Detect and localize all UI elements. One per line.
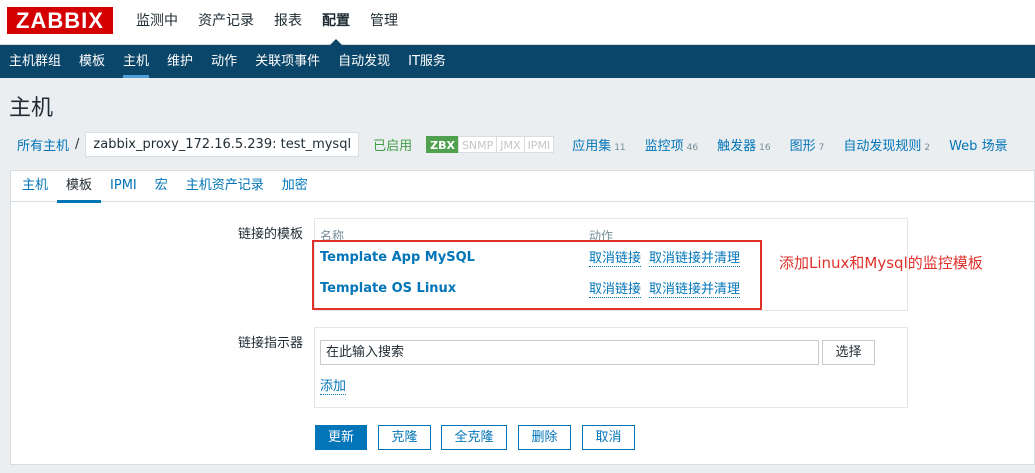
stat-web-scenarios[interactable]: Web 场景 (949, 135, 1007, 154)
stat-graphs-count: 7 (818, 142, 825, 153)
top-bar: ZABBIX 监测中 资产记录 报表 配置 管理 (0, 0, 1035, 46)
submenu-host-groups[interactable]: 主机群组 (0, 45, 70, 78)
add-link[interactable]: 添加 (320, 379, 347, 395)
ipmi-availability-badge: IPMI (523, 135, 555, 153)
zbx-availability-badge: ZBX (426, 135, 459, 153)
menu-monitoring[interactable]: 监测中 (126, 0, 188, 45)
stat-items[interactable]: 监控项 46 (645, 135, 698, 154)
submenu-actions[interactable]: 动作 (202, 45, 246, 78)
submenu-discovery[interactable]: 自动发现 (329, 45, 399, 78)
submenu-event-correlation[interactable]: 关联项事件 (246, 45, 329, 78)
page-title: 主机 (9, 96, 54, 121)
select-button[interactable]: 选择 (822, 340, 875, 365)
host-status-enabled[interactable]: 已启用 (373, 135, 412, 154)
stat-graphs[interactable]: 图形 7 (790, 135, 825, 154)
stat-discovery-rules-count: 2 (924, 142, 931, 153)
stat-items-label: 监控项 (644, 138, 684, 154)
stat-discovery-rules[interactable]: 自动发现规则 2 (843, 135, 930, 154)
host-breadcrumb-bar: 所有主机 / zabbix_proxy_172.16.5.239: test_m… (10, 130, 1008, 158)
submenu-it-services[interactable]: IT服务 (399, 45, 455, 78)
stat-items-count: 46 (686, 142, 699, 153)
stat-graphs-label: 图形 (789, 138, 816, 154)
host-tabs: 主机 模板 IPMI 宏 主机资产记录 加密 (11, 171, 1034, 203)
stat-triggers[interactable]: 触发器 16 (717, 135, 770, 154)
annotation-highlight-box (312, 240, 762, 310)
clone-button[interactable]: 克隆 (378, 425, 431, 450)
menu-reports[interactable]: 报表 (264, 0, 312, 45)
stat-discovery-rules-label: 自动发现规则 (843, 138, 922, 154)
submenu-hosts[interactable]: 主机 (114, 45, 158, 78)
template-search-input[interactable] (320, 340, 819, 365)
menu-administration[interactable]: 管理 (360, 0, 408, 45)
annotation-text: 添加Linux和Mysql的监控模板 (779, 254, 983, 272)
linked-templates-label: 链接的模板 (237, 227, 303, 242)
tab-host[interactable]: 主机 (13, 171, 57, 201)
delete-button[interactable]: 删除 (518, 425, 571, 450)
breadcrumb-host-name[interactable]: zabbix_proxy_172.16.5.239: test_mysql (85, 131, 360, 157)
stat-triggers-count: 16 (759, 142, 771, 153)
main-menu: 监测中 资产记录 报表 配置 管理 (126, 0, 408, 46)
tab-macros[interactable]: 宏 (146, 171, 177, 201)
update-button[interactable]: 更新 (315, 425, 367, 450)
submenu-templates[interactable]: 模板 (70, 45, 114, 78)
cancel-button[interactable]: 取消 (582, 425, 635, 450)
sub-menu: 主机群组 模板 主机 维护 动作 关联项事件 自动发现 IT服务 (0, 45, 1035, 78)
host-form-panel: 主机 模板 IPMI 宏 主机资产记录 加密 (10, 170, 1035, 465)
breadcrumb-separator: / (75, 136, 80, 152)
tab-inventory[interactable]: 主机资产记录 (177, 171, 273, 201)
submenu-maintenance[interactable]: 维护 (158, 45, 202, 78)
full-clone-button[interactable]: 全克隆 (441, 425, 507, 450)
stat-web-scenarios-label: Web 场景 (949, 138, 1008, 154)
availability-indicators: ZBX SNMP JMX IPMI (426, 135, 555, 153)
link-indicator-label: 链接指示器 (237, 336, 303, 351)
stat-applications-count: 11 (614, 142, 626, 153)
tab-ipmi[interactable]: IPMI (101, 171, 146, 201)
jmx-availability-badge: JMX (496, 135, 525, 153)
breadcrumb-all-hosts[interactable]: 所有主机 (10, 135, 69, 154)
menu-inventory[interactable]: 资产记录 (188, 0, 264, 45)
stat-triggers-label: 触发器 (717, 138, 757, 154)
tab-templates[interactable]: 模板 (57, 171, 102, 203)
zabbix-logo[interactable]: ZABBIX (7, 7, 113, 34)
stat-applications[interactable]: 应用集 11 (572, 135, 625, 154)
stat-applications-label: 应用集 (572, 138, 612, 154)
tab-encryption[interactable]: 加密 (273, 171, 317, 201)
menu-configuration[interactable]: 配置 (312, 0, 360, 46)
snmp-availability-badge: SNMP (457, 135, 498, 153)
